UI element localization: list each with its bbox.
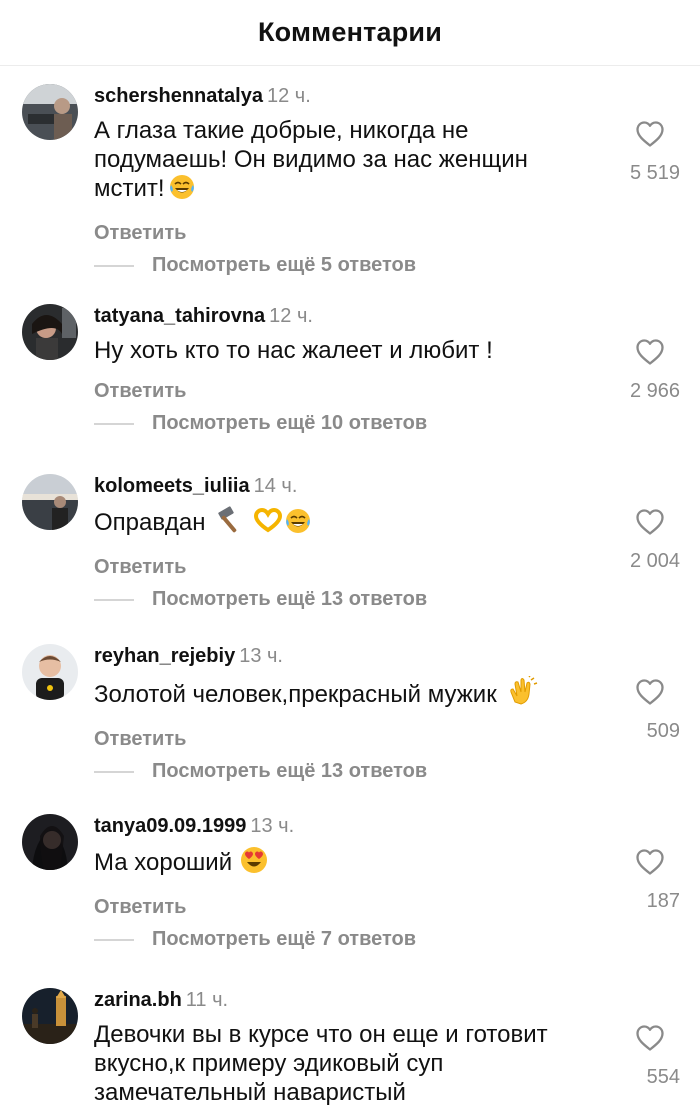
heart-eyes-emoji-icon <box>240 846 268 881</box>
comment-text: А глаза такие добрые, никогда не подумае… <box>94 116 594 207</box>
comment-text: Оправдан <box>94 506 594 541</box>
avatar[interactable] <box>22 644 78 700</box>
view-replies-button[interactable]: Посмотреть ещё 13 ответов <box>94 587 594 611</box>
like-control: 187 <box>620 848 680 913</box>
like-count: 5 519 <box>629 162 680 184</box>
divider <box>94 939 134 941</box>
comment-text-content: Оправдан <box>94 509 206 536</box>
divider <box>94 265 134 267</box>
avatar[interactable] <box>22 474 78 530</box>
comment-username[interactable]: reyhan_rejebiy <box>94 645 235 667</box>
view-replies-label: Посмотреть ещё 7 ответов <box>152 928 417 950</box>
view-replies-label: Посмотреть ещё 13 ответов <box>152 760 428 782</box>
hammer-emoji-icon <box>213 506 245 541</box>
comments-header: Комментарии <box>0 0 700 66</box>
heart-outline-icon[interactable] <box>620 1024 680 1052</box>
reply-button[interactable]: Ответить <box>94 555 594 579</box>
laughing-crying-emoji-icon <box>285 508 311 541</box>
comment-text-content: Девочки вы в курсе что он еще и готовит … <box>94 1021 548 1106</box>
divider <box>94 423 134 425</box>
like-count: 509 <box>646 720 680 742</box>
clapping-hands-emoji-icon <box>507 675 539 713</box>
like-control: 554 <box>620 1024 680 1089</box>
comment-username[interactable]: schershennatalya <box>94 85 263 107</box>
heart-hands-emoji-icon <box>253 507 283 541</box>
comment-text-content: Ма хороший <box>94 849 233 876</box>
comments-sheet: Комментарии schershennatalya 12 ч. А глаз… <box>0 0 700 1120</box>
avatar[interactable] <box>22 814 78 870</box>
comment-text-content: Ну хоть кто то нас жалеет и любит ! <box>94 337 493 364</box>
laughing-crying-emoji-icon <box>169 174 195 207</box>
comment-username[interactable]: tanya09.09.1999 <box>94 815 246 837</box>
like-control: 509 <box>620 678 680 743</box>
like-count: 2 966 <box>629 380 680 402</box>
comment-text-content: Золотой человек,прекрасный мужик <box>94 681 497 708</box>
reply-button[interactable]: Ответить <box>94 379 594 403</box>
divider <box>94 599 134 601</box>
comment-text: Ну хоть кто то нас жалеет и любит ! <box>94 336 594 365</box>
view-replies-label: Посмотреть ещё 10 ответов <box>152 412 428 434</box>
like-control: 2 004 <box>620 508 680 573</box>
heart-outline-icon[interactable] <box>620 338 680 366</box>
comment-time: 13 ч. <box>239 645 283 667</box>
reply-button[interactable]: Ответить <box>94 221 594 245</box>
view-replies-button[interactable]: Посмотреть ещё 10 ответов <box>94 411 594 435</box>
heart-outline-icon[interactable] <box>620 848 680 876</box>
comment-time: 13 ч. <box>250 815 295 837</box>
comment-username[interactable]: zarina.bh <box>94 989 182 1011</box>
view-replies-label: Посмотреть ещё 13 ответов <box>152 588 428 610</box>
view-replies-button[interactable]: Посмотреть ещё 7 ответов <box>94 927 594 951</box>
view-replies-label: Посмотреть ещё 5 ответов <box>152 254 417 276</box>
like-count: 554 <box>646 1066 680 1088</box>
comment-text: Ма хороший <box>94 846 594 881</box>
avatar[interactable] <box>22 304 78 360</box>
comment-text-content: А глаза такие добрые, никогда не подумае… <box>94 117 528 202</box>
heart-outline-icon[interactable] <box>620 120 680 148</box>
page-title: Комментарии <box>257 17 442 47</box>
avatar[interactable] <box>22 988 78 1044</box>
like-control: 5 519 <box>620 120 680 185</box>
comment-text: Девочки вы в курсе что он еще и готовит … <box>94 1020 594 1107</box>
like-control: 2 966 <box>620 338 680 403</box>
reply-button[interactable]: Ответить <box>94 895 594 919</box>
heart-outline-icon[interactable] <box>620 508 680 536</box>
comment-text: Золотой человек,прекрасный мужик <box>94 675 594 713</box>
divider <box>94 771 134 773</box>
comment-time: 11 ч. <box>185 989 229 1011</box>
like-count: 2 004 <box>629 550 680 572</box>
view-replies-button[interactable]: Посмотреть ещё 5 ответов <box>94 253 594 277</box>
reply-button[interactable]: Ответить <box>94 727 594 751</box>
heart-outline-icon[interactable] <box>620 678 680 706</box>
avatar[interactable] <box>22 84 78 140</box>
view-replies-button[interactable]: Посмотреть ещё 13 ответов <box>94 759 594 783</box>
comment-time: 12 ч. <box>269 305 313 327</box>
comment-username[interactable]: tatyana_tahirovna <box>94 305 265 327</box>
like-count: 187 <box>646 890 680 912</box>
comment-time: 12 ч. <box>266 85 311 107</box>
comment-username[interactable]: kolomeets_iuliia <box>94 475 250 497</box>
comment-time: 14 ч. <box>253 475 298 497</box>
